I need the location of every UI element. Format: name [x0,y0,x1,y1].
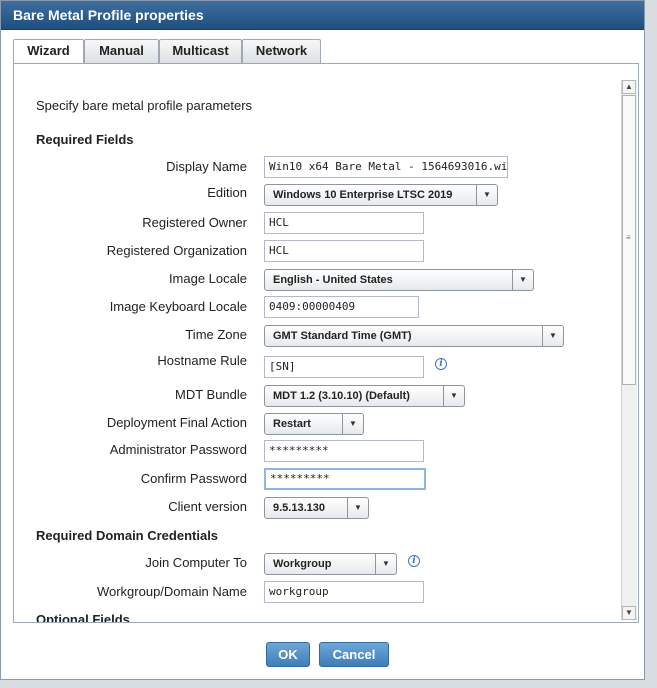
image-locale-select[interactable]: English - United States ▼ [264,269,534,291]
section-domain-credentials: Required Domain Credentials [36,528,219,543]
keyboard-locale-input[interactable]: 0409:00000409 [264,296,419,318]
registered-org-input[interactable]: HCL [264,240,424,262]
chevron-down-icon[interactable]: ▼ [542,326,563,346]
keyboard-locale-label: Image Keyboard Locale [109,299,247,314]
info-icon[interactable]: i [435,358,447,370]
display-name-input[interactable]: Win10 x64 Bare Metal - 1564693016.wim [264,156,508,178]
registered-org-label: Registered Organization [106,243,247,258]
chevron-down-icon[interactable]: ▼ [443,386,464,406]
mdt-bundle-value: MDT 1.2 (3.10.10) (Default) [273,390,410,402]
registered-owner-label: Registered Owner [142,215,247,230]
background-strip-right [645,0,657,688]
admin-password-label: Administrator Password [109,442,247,457]
scroll-down-icon[interactable]: ▼ [622,606,636,620]
display-name-label: Display Name [166,159,247,174]
edition-value: Windows 10 Enterprise LTSC 2019 [273,189,453,201]
info-icon[interactable]: i [408,555,420,567]
time-zone-label: Time Zone [185,327,247,342]
tab-network[interactable]: Network [242,39,321,63]
registered-owner-input[interactable]: HCL [264,212,424,234]
image-locale-value: English - United States [273,274,393,286]
tab-multicast[interactable]: Multicast [159,39,242,63]
section-required-fields: Required Fields [36,132,134,147]
workgroup-name-label: Workgroup/Domain Name [96,584,247,599]
section-optional-fields: Optional Fields [36,612,130,622]
final-action-label: Deployment Final Action [106,415,247,430]
vertical-scrollbar[interactable]: ▲ ≡ ▼ [621,80,637,620]
time-zone-value: GMT Standard Time (GMT) [273,330,412,342]
dialog-title: Bare Metal Profile properties [13,7,204,23]
join-computer-select[interactable]: Workgroup ▼ [264,553,397,575]
chevron-down-icon[interactable]: ▼ [512,270,533,290]
hostname-rule-label: Hostname Rule [157,353,247,368]
mdt-bundle-select[interactable]: MDT 1.2 (3.10.10) (Default) ▼ [264,385,465,407]
dialog-titlebar[interactable]: Bare Metal Profile properties [1,1,644,30]
client-version-select[interactable]: 9.5.13.130 ▼ [264,497,369,519]
edition-label: Edition [207,185,247,200]
final-action-value: Restart [273,418,311,430]
chevron-down-icon[interactable]: ▼ [347,498,368,518]
chevron-down-icon[interactable]: ▼ [375,554,396,574]
tab-manual[interactable]: Manual [84,39,159,63]
confirm-password-input[interactable]: ********* [264,468,426,490]
edition-select[interactable]: Windows 10 Enterprise LTSC 2019 ▼ [264,184,498,206]
wizard-content: Specify bare metal profile parameters Re… [14,64,620,622]
workgroup-name-input[interactable]: workgroup [264,581,424,603]
mdt-bundle-label: MDT Bundle [174,387,247,402]
admin-password-input[interactable]: ********* [264,440,424,462]
image-locale-label: Image Locale [168,271,247,286]
scrollbar-thumb[interactable]: ≡ [622,95,636,385]
confirm-password-label: Confirm Password [140,471,247,486]
join-computer-value: Workgroup [273,558,332,570]
time-zone-select[interactable]: GMT Standard Time (GMT) ▼ [264,325,564,347]
tab-wizard[interactable]: Wizard [13,39,84,65]
hostname-rule-input[interactable]: [SN] [264,356,424,378]
wizard-panel: Specify bare metal profile parameters Re… [13,63,639,623]
background-strip-bottom [0,680,657,688]
cancel-button[interactable]: Cancel [319,642,389,667]
bare-metal-profile-dialog: Bare Metal Profile properties Wizard Man… [0,0,645,680]
chevron-down-icon[interactable]: ▼ [476,185,497,205]
chevron-down-icon[interactable]: ▼ [342,414,363,434]
join-computer-label: Join Computer To [145,555,247,570]
intro-text: Specify bare metal profile parameters [36,98,253,113]
grip-icon: ≡ [626,233,631,242]
ok-button[interactable]: OK [266,642,310,667]
client-version-value: 9.5.13.130 [273,502,325,514]
final-action-select[interactable]: Restart ▼ [264,413,364,435]
client-version-label: Client version [168,499,247,514]
scroll-up-icon[interactable]: ▲ [622,80,636,94]
